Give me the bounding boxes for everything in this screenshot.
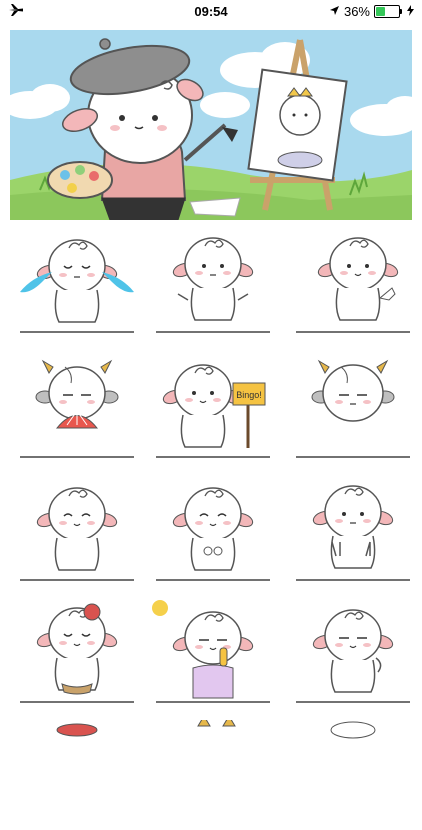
sticker-bingo-sign[interactable]: Bingo! [148, 353, 278, 463]
bingo-sign-text: Bingo! [236, 390, 262, 400]
sticker-partial-3[interactable] [288, 720, 418, 830]
sticker-crying[interactable] [12, 228, 142, 338]
sticker-partial-2[interactable] [148, 720, 278, 830]
sticker-cow-fan-image [20, 359, 134, 458]
sticker-rose-bikini[interactable] [12, 598, 142, 708]
sticker-partial-1-image [56, 723, 98, 737]
status-bar: 09:54 36% [0, 0, 422, 22]
sticker-smile-image [20, 487, 134, 581]
banner-image [10, 30, 412, 220]
location-arrow-icon [329, 4, 340, 19]
sticker-shrug-image [156, 237, 270, 333]
sticker-peace-hands[interactable] [288, 476, 418, 586]
sticker-smile[interactable] [12, 476, 142, 586]
charging-bolt-icon [407, 4, 414, 19]
sticker-crying-image [20, 239, 134, 333]
sticker-thumbs-up[interactable] [288, 228, 418, 338]
sticker-sunny-popsicle[interactable] [148, 598, 278, 708]
sticker-partial-3-image [330, 721, 376, 739]
status-right: 36% [329, 4, 422, 19]
sticker-hands-together-image [156, 487, 270, 581]
banner-art [10, 38, 412, 220]
sticker-thinking[interactable] [288, 598, 418, 708]
battery-icon [374, 4, 402, 18]
sticker-sunny-popsicle-image [152, 600, 270, 703]
sticker-thumbs-up-image [296, 237, 410, 333]
sticker-bingo-sign-image: Bingo! [156, 364, 270, 458]
sticker-thinking-image [296, 609, 410, 703]
sticker-cow-unimpressed-image [296, 359, 410, 458]
sticker-partial-1[interactable] [12, 720, 142, 830]
battery-fill [376, 6, 385, 16]
sticker-peace-hands-image [296, 485, 410, 581]
sticker-cow-fan[interactable] [12, 353, 142, 463]
sticker-rose-bikini-image [20, 603, 134, 703]
sticker-shrug[interactable] [148, 228, 278, 338]
sticker-partial-2-image [197, 720, 236, 727]
sticker-cow-unimpressed[interactable] [288, 353, 418, 463]
sticker-hands-together[interactable] [148, 476, 278, 586]
battery-percent: 36% [343, 3, 370, 19]
